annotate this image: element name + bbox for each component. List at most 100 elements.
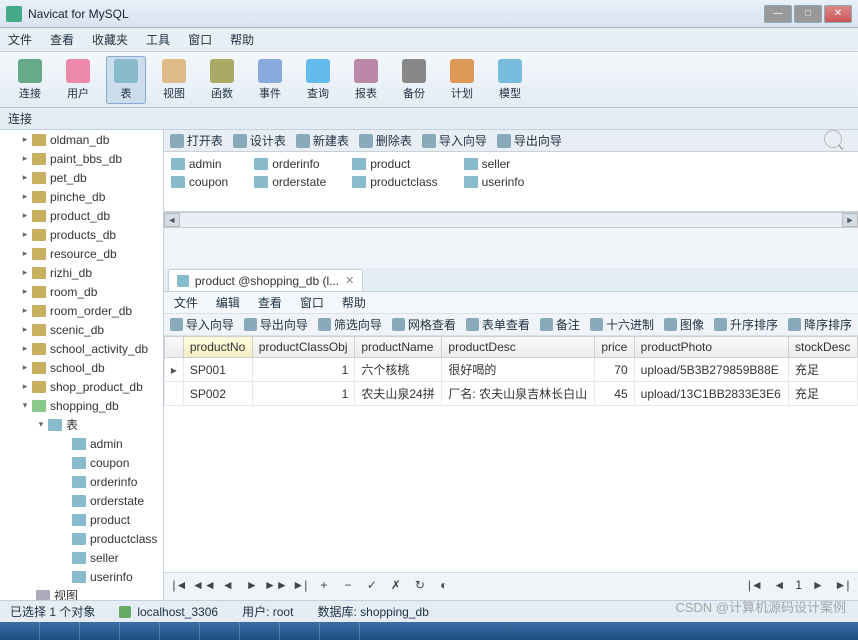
close-button[interactable]: ✕ [824, 5, 852, 23]
data-action-导入向导[interactable]: 导入向导 [170, 316, 234, 333]
db-scenic_db[interactable]: ▸scenic_db [0, 320, 163, 339]
column-productPhoto[interactable]: productPhoto [634, 337, 788, 358]
db-pet_db[interactable]: ▸pet_db [0, 168, 163, 187]
nav-next-page-button[interactable]: ►► [268, 577, 284, 593]
column-productNo[interactable]: productNo [183, 337, 252, 358]
collapse-icon[interactable]: ▾ [20, 401, 30, 411]
data-grid[interactable]: productNoproductClassObjproductNameprodu… [164, 336, 858, 572]
table-row[interactable]: ▸SP0011六个核桃很好喝的70upload/5B3B279859B88E充足 [164, 358, 857, 382]
cell-price[interactable]: 70 [595, 358, 634, 382]
nav-last-button[interactable]: ►| [292, 577, 308, 593]
expander-icon[interactable]: ▸ [20, 344, 30, 354]
tool-query-button[interactable]: 查询 [298, 56, 338, 104]
menu-窗口[interactable]: 窗口 [188, 31, 212, 48]
cell-stockDesc[interactable]: 充足 [789, 358, 858, 382]
db-product_db[interactable]: ▸product_db [0, 206, 163, 225]
object-seller[interactable]: seller [461, 156, 528, 172]
nav-prev-page-button[interactable]: ◄◄ [196, 577, 212, 593]
cell-productClassObj[interactable]: 1 [252, 358, 355, 382]
tab-product[interactable]: product @shopping_db (l... ✕ [168, 269, 364, 291]
table-admin[interactable]: admin [0, 434, 163, 453]
expander-icon[interactable]: ▸ [20, 249, 30, 259]
page-last-button[interactable]: ►| [834, 577, 850, 593]
data-action-降序排序[interactable]: 降序排序 [788, 316, 852, 333]
data-action-导出向导[interactable]: 导出向导 [244, 316, 308, 333]
cell-stockDesc[interactable]: 充足 [789, 382, 858, 406]
expander-icon[interactable]: ▸ [20, 154, 30, 164]
db-resource_db[interactable]: ▸resource_db [0, 244, 163, 263]
nav-refresh-button[interactable]: ↻ [412, 577, 428, 593]
db-room_db[interactable]: ▸room_db [0, 282, 163, 301]
db-room_order_db[interactable]: ▸room_order_db [0, 301, 163, 320]
nav-add-button[interactable]: + [316, 577, 332, 593]
page-prev-button[interactable]: ◄ [771, 577, 787, 593]
db-products_db[interactable]: ▸products_db [0, 225, 163, 244]
object-orderstate[interactable]: orderstate [251, 174, 329, 190]
data-action-图像[interactable]: 图像 [664, 316, 704, 333]
tool-model-button[interactable]: 模型 [490, 56, 530, 104]
cell-productClassObj[interactable]: 1 [252, 382, 355, 406]
data-action-升序排序[interactable]: 升序排序 [714, 316, 778, 333]
data-action-备注[interactable]: 备注 [540, 316, 580, 333]
column-productName[interactable]: productName [355, 337, 442, 358]
cell-productDesc[interactable]: 很好喝的 [442, 358, 595, 382]
nav-next-button[interactable]: ► [244, 577, 260, 593]
submenu-查看[interactable]: 查看 [258, 294, 282, 311]
submenu-窗口[interactable]: 窗口 [300, 294, 324, 311]
cell-productName[interactable]: 六个核桃 [355, 358, 442, 382]
tool-conn-button[interactable]: 连接 [10, 56, 50, 104]
action-打开表[interactable]: 打开表 [170, 132, 223, 149]
tool-backup-button[interactable]: 备份 [394, 56, 434, 104]
object-list-scrollbar[interactable]: ◄ ► [164, 212, 858, 228]
connection-tree[interactable]: ▸oldman_db▸paint_bbs_db▸pet_db▸pinche_db… [0, 130, 164, 620]
expander-icon[interactable]: ▸ [20, 306, 30, 316]
menu-工具[interactable]: 工具 [146, 31, 170, 48]
action-导入向导[interactable]: 导入向导 [422, 132, 487, 149]
object-orderinfo[interactable]: orderinfo [251, 156, 329, 172]
table-orderstate[interactable]: orderstate [0, 491, 163, 510]
expander-icon[interactable]: ▸ [20, 287, 30, 297]
cell-productNo[interactable]: SP001 [183, 358, 252, 382]
expander-icon[interactable]: ▸ [20, 211, 30, 221]
scroll-right-button[interactable]: ► [842, 213, 858, 227]
expander-icon[interactable]: ▸ [20, 230, 30, 240]
expander-icon[interactable]: ▸ [20, 192, 30, 202]
maximize-button[interactable]: □ [794, 5, 822, 23]
table-userinfo[interactable]: userinfo [0, 567, 163, 586]
expander-icon[interactable]: ▸ [20, 325, 30, 335]
cell-productName[interactable]: 农夫山泉24拼 [355, 382, 442, 406]
expander-icon[interactable]: ▸ [20, 363, 30, 373]
table-seller[interactable]: seller [0, 548, 163, 567]
nav-prev-button[interactable]: ◄ [220, 577, 236, 593]
db-oldman_db[interactable]: ▸oldman_db [0, 130, 163, 149]
nav-delete-button[interactable]: − [340, 577, 356, 593]
action-导出向导[interactable]: 导出向导 [497, 132, 562, 149]
nav-stop-button[interactable]: ◐ [436, 577, 452, 593]
os-taskbar[interactable] [0, 622, 858, 640]
cell-productPhoto[interactable]: upload/5B3B279859B88E [634, 358, 788, 382]
cell-productNo[interactable]: SP002 [183, 382, 252, 406]
object-admin[interactable]: admin [168, 156, 231, 172]
data-action-表单查看[interactable]: 表单查看 [466, 316, 530, 333]
table-row[interactable]: SP0021农夫山泉24拼厂名: 农夫山泉吉林长白山45upload/13C1B… [164, 382, 857, 406]
page-next-button[interactable]: ► [810, 577, 826, 593]
expander-icon[interactable]: ▸ [20, 268, 30, 278]
tool-plan-button[interactable]: 计划 [442, 56, 482, 104]
expander-icon[interactable]: ▸ [20, 173, 30, 183]
object-product[interactable]: product [349, 156, 440, 172]
column-stockDesc[interactable]: stockDesc [789, 337, 858, 358]
db-pinche_db[interactable]: ▸pinche_db [0, 187, 163, 206]
menu-查看[interactable]: 查看 [50, 31, 74, 48]
nav-commit-button[interactable]: ✓ [364, 577, 380, 593]
expander-icon[interactable]: ▸ [20, 382, 30, 392]
tab-close-button[interactable]: ✕ [345, 274, 354, 287]
menu-文件[interactable]: 文件 [8, 31, 32, 48]
tool-user-button[interactable]: 用户 [58, 56, 98, 104]
db-shopping_db[interactable]: ▾shopping_db [0, 396, 163, 415]
object-productclass[interactable]: productclass [349, 174, 440, 190]
table-coupon[interactable]: coupon [0, 453, 163, 472]
table-orderinfo[interactable]: orderinfo [0, 472, 163, 491]
object-userinfo[interactable]: userinfo [461, 174, 528, 190]
cell-price[interactable]: 45 [595, 382, 634, 406]
tool-view-button[interactable]: 视图 [154, 56, 194, 104]
